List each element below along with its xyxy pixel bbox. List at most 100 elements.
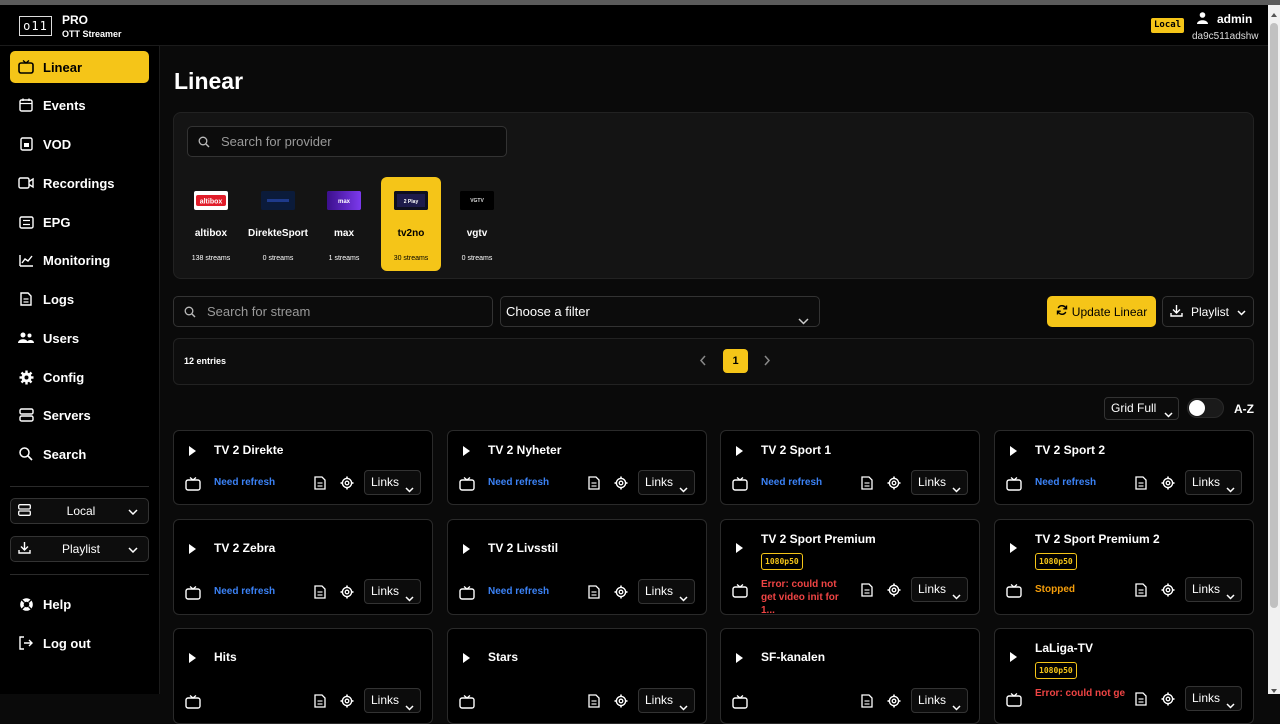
gear-icon[interactable] <box>1161 692 1175 706</box>
play-button[interactable] <box>463 446 470 456</box>
sidebar-item-epg[interactable]: EPG <box>10 206 149 238</box>
document-icon[interactable] <box>314 476 326 490</box>
play-button[interactable] <box>1010 543 1017 553</box>
document-icon[interactable] <box>314 694 326 708</box>
stream-search-input[interactable] <box>207 297 467 326</box>
document-icon[interactable] <box>861 476 873 490</box>
gear-icon[interactable] <box>887 476 901 490</box>
page-scrollbar[interactable] <box>1268 5 1280 694</box>
view-mode-select[interactable]: Grid Full <box>1104 397 1179 420</box>
stream-card[interactable]: TV 2 Nyheter Need refresh Links <box>447 430 707 505</box>
gear-icon[interactable] <box>340 694 354 708</box>
gear-icon[interactable] <box>1161 583 1175 597</box>
prev-page-button[interactable] <box>699 354 707 369</box>
play-button[interactable] <box>736 446 743 456</box>
sidebar-item-events[interactable]: Events <box>10 89 149 121</box>
play-button[interactable] <box>1010 652 1017 662</box>
playlist-select[interactable]: Playlist <box>10 536 149 562</box>
resolution-badge: 1080p50 <box>1035 662 1077 679</box>
provider-card-vgtv[interactable]: VGTV vgtv 0 streams <box>447 177 507 271</box>
play-button[interactable] <box>736 653 743 663</box>
sidebar-item-config[interactable]: Config <box>10 361 149 393</box>
stream-card[interactable]: TV 2 Zebra Need refresh Links <box>173 519 433 615</box>
stream-name: TV 2 Sport 1 <box>761 443 832 457</box>
stream-card[interactable]: SF-kanalen Links <box>720 628 980 724</box>
document-icon[interactable] <box>861 583 873 597</box>
document-icon[interactable] <box>1135 476 1147 490</box>
update-linear-button[interactable]: Update Linear <box>1047 296 1156 327</box>
page-number-button[interactable]: 1 <box>723 349 748 373</box>
stream-card[interactable]: TV 2 Sport 2 Need refresh Links <box>994 430 1254 505</box>
sidebar-item-logs[interactable]: Logs <box>10 283 149 315</box>
links-select[interactable]: Links <box>638 579 695 604</box>
stream-card[interactable]: TV 2 Sport Premium 1080p50 Error: could no… <box>720 519 980 616</box>
sidebar-item-help[interactable]: Help <box>10 588 149 620</box>
sidebar-item-users[interactable]: Users <box>10 322 149 354</box>
stream-search[interactable] <box>173 296 493 327</box>
user-name[interactable]: admin <box>1217 12 1252 26</box>
server-select[interactable]: Local <box>10 498 149 524</box>
play-button[interactable] <box>1010 446 1017 456</box>
sidebar-item-recordings[interactable]: Recordings <box>10 167 149 199</box>
stream-card[interactable]: TV 2 Sport 1 Need refresh Links <box>720 430 980 505</box>
play-button[interactable] <box>189 653 196 663</box>
provider-search[interactable] <box>187 126 507 157</box>
links-select[interactable]: Links <box>364 688 421 713</box>
scroll-thumb[interactable] <box>1270 23 1278 608</box>
stream-card[interactable]: Hits Links <box>173 628 433 724</box>
links-select[interactable]: Links <box>1185 577 1242 602</box>
gear-icon[interactable] <box>340 476 354 490</box>
play-button[interactable] <box>463 653 470 663</box>
links-select[interactable]: Links <box>1185 686 1242 711</box>
gear-icon[interactable] <box>614 585 628 599</box>
sidebar-item-linear[interactable]: Linear <box>10 51 149 83</box>
links-select[interactable]: Links <box>1185 470 1242 495</box>
provider-card-max[interactable]: max max 1 streams <box>314 177 374 271</box>
gear-icon[interactable] <box>1161 476 1175 490</box>
provider-card-direktesport[interactable]: DirekteSport 0 streams <box>248 177 308 271</box>
gear-icon[interactable] <box>340 585 354 599</box>
scroll-up-arrow[interactable] <box>1271 13 1277 17</box>
provider-search-input[interactable] <box>221 127 481 156</box>
document-icon[interactable] <box>588 585 600 599</box>
sidebar-item-vod[interactable]: VOD <box>10 128 149 160</box>
play-button[interactable] <box>189 446 196 456</box>
gear-icon[interactable] <box>614 694 628 708</box>
document-icon[interactable] <box>588 476 600 490</box>
sidebar-item-monitoring[interactable]: Monitoring <box>10 244 149 276</box>
sidebar-item-search[interactable]: Search <box>10 438 149 470</box>
links-select[interactable]: Links <box>911 688 968 713</box>
links-select[interactable]: Links <box>911 470 968 495</box>
links-select[interactable]: Links <box>364 470 421 495</box>
provider-card-tv2no[interactable]: 2 Play tv2no 30 streams <box>381 177 441 271</box>
sort-toggle[interactable] <box>1187 398 1224 418</box>
gear-icon[interactable] <box>887 694 901 708</box>
document-icon[interactable] <box>314 585 326 599</box>
gear-icon[interactable] <box>887 583 901 597</box>
document-icon[interactable] <box>588 694 600 708</box>
chevron-down-icon <box>1226 694 1235 717</box>
stream-card[interactable]: Stars Links <box>447 628 707 724</box>
stream-card[interactable]: TV 2 Livsstil Need refresh Links <box>447 519 707 615</box>
sidebar-item-logout[interactable]: Log out <box>10 627 149 659</box>
play-button[interactable] <box>736 543 743 553</box>
links-select[interactable]: Links <box>364 579 421 604</box>
document-icon[interactable] <box>861 694 873 708</box>
links-select[interactable]: Links <box>911 577 968 602</box>
next-page-button[interactable] <box>763 354 771 369</box>
document-icon[interactable] <box>1135 583 1147 597</box>
links-select[interactable]: Links <box>638 470 695 495</box>
playlist-button[interactable]: Playlist <box>1162 296 1254 327</box>
stream-card[interactable]: TV 2 Sport Premium 2 1080p50 Stopped Links <box>994 519 1254 615</box>
provider-card-altibox[interactable]: altibox altibox 138 streams <box>181 177 241 271</box>
sidebar-item-servers[interactable]: Servers <box>10 399 149 431</box>
document-icon[interactable] <box>1135 692 1147 706</box>
gear-icon[interactable] <box>614 476 628 490</box>
play-button[interactable] <box>189 544 196 554</box>
filter-select[interactable]: Choose a filter <box>500 296 820 327</box>
links-select[interactable]: Links <box>638 688 695 713</box>
scroll-down-arrow[interactable] <box>1271 689 1277 693</box>
stream-card[interactable]: LaLiga-TV 1080p50 Error: could not ge Links <box>994 628 1254 724</box>
stream-card[interactable]: TV 2 Direkte Need refresh Links <box>173 430 433 505</box>
play-button[interactable] <box>463 544 470 554</box>
